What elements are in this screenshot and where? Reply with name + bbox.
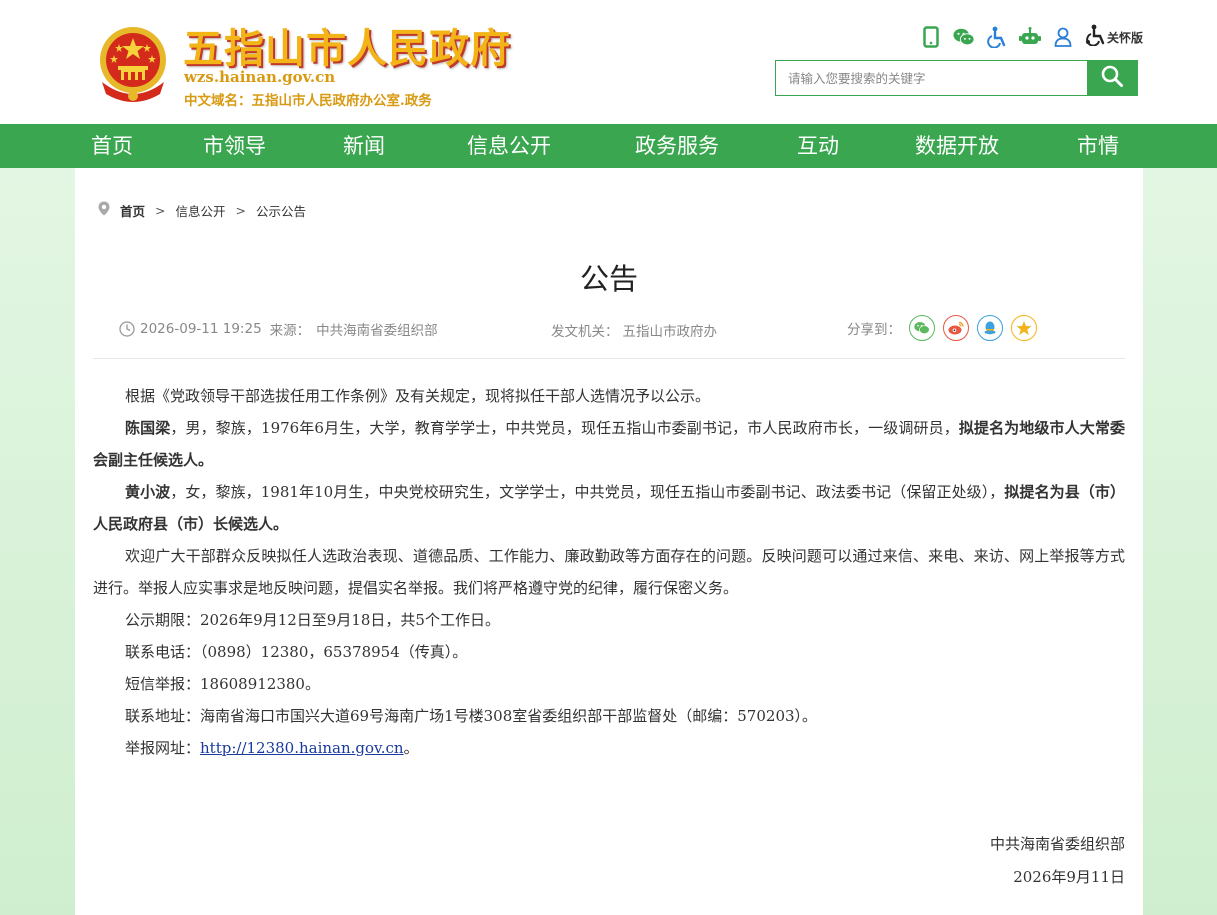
site-header: 五指山市人民政府 wzs.hainan.gov.cn 中文域名：五指山市人民政府…	[0, 0, 1217, 124]
intro-paragraph: 根据《党政领导干部选拔任用工作条例》及有关规定，现将拟任干部人选情况予以公示。	[125, 387, 711, 405]
candidate-paragraph: 陈国梁，男，黎族，1976年6月生，大学，教育学学士，中共党员，现任五指山市委副…	[93, 412, 1125, 476]
nav-item-news[interactable]: 新闻	[343, 124, 385, 168]
nav-item-open-data[interactable]: 数据开放	[915, 124, 999, 168]
national-emblem-icon[interactable]	[94, 22, 172, 104]
weibo-share-icon[interactable]	[943, 315, 969, 341]
signature-org: 中共海南省委组织部	[989, 835, 1125, 853]
article-meta: 2026-09-11 19:25 来源： 中共海南省委组织部 发文机关： 五指山…	[119, 315, 1119, 341]
nav-item-gov-services[interactable]: 政务服务	[635, 124, 719, 168]
nav-item-info-disclosure[interactable]: 信息公开	[467, 124, 551, 168]
site-cn-domain: 中文域名：五指山市人民政府办公室.政务	[184, 93, 432, 109]
search-bar	[775, 60, 1138, 96]
site-title[interactable]: 五指山市人民政府	[183, 16, 511, 74]
care-mode-icon	[1085, 24, 1105, 50]
share-bar: 分享到：	[847, 315, 1037, 341]
source-label: 来源：	[269, 323, 311, 339]
source-value: 中共海南省委组织部	[316, 323, 438, 339]
breadcrumb-separator: >	[235, 202, 246, 218]
article-title: 公告	[579, 262, 638, 296]
sms-paragraph: 短信举报：18608912380。	[125, 675, 320, 693]
care-mode-label: 关怀版	[1107, 30, 1144, 45]
site-domain: wzs.hainan.gov.cn	[184, 68, 336, 86]
phone-paragraph: 联系电话：（0898）12380，65378954（传真）。	[125, 643, 468, 661]
candidate-name: 陈国梁	[125, 419, 171, 437]
nav-item-leaders[interactable]: 市领导	[203, 124, 266, 168]
article-body: 根据《党政领导干部选拔任用工作条例》及有关规定，现将拟任干部人选情况予以公示。 …	[93, 380, 1125, 764]
breadcrumb-home[interactable]: 首页	[120, 201, 145, 220]
user-icon[interactable]	[1052, 26, 1074, 48]
report-paragraph: 举报网址：http://12380.hainan.gov.cn。	[93, 732, 1125, 764]
breadcrumb-separator: >	[155, 202, 166, 218]
candidate-name: 黄小波	[125, 483, 171, 501]
care-mode-toggle[interactable]: 关怀版	[1085, 24, 1143, 50]
nav-item-home[interactable]: 首页	[91, 124, 133, 168]
wechat-share-icon[interactable]	[909, 315, 935, 341]
wechat-icon[interactable]	[953, 26, 975, 48]
issuer-label: 发文机关：	[551, 324, 619, 340]
qzone-share-icon[interactable]	[1011, 315, 1037, 341]
feedback-paragraph: 欢迎广大干部群众反映拟任人选政治表现、道德品质、工作能力、廉政勤政等方面存在的问…	[93, 547, 1125, 597]
share-label: 分享到：	[847, 322, 901, 338]
meta-divider	[93, 358, 1125, 359]
candidate-info: ，男，黎族，1976年6月生，大学，教育学学士，中共党员，现任五指山市委副书记，…	[170, 419, 959, 437]
signature-block: 中共海南省委组织部 2026年9月11日	[990, 828, 1125, 894]
header-tools: 关怀版	[920, 24, 1143, 50]
address-paragraph: 联系地址：海南省海口市国兴大道69号海南广场1号楼308室省委组织部干部监督处（…	[125, 707, 818, 725]
accessibility-icon[interactable]	[986, 26, 1008, 48]
robot-icon[interactable]	[1019, 26, 1041, 48]
search-button[interactable]	[1087, 61, 1137, 95]
candidate-info: ，女，黎族，1981年10月生，中央党校研究生，文学学士，中共党员，现任五指山市…	[170, 483, 1005, 501]
article-container: 首页 > 信息公开 > 公示公告 公告 2026-09-11 19:25 来源：…	[75, 168, 1143, 915]
breadcrumb-announcements[interactable]: 公示公告	[256, 201, 306, 220]
publish-datetime: 2026-09-11 19:25	[140, 321, 262, 337]
qq-share-icon[interactable]	[977, 315, 1003, 341]
search-icon	[1100, 64, 1124, 92]
nav-item-interaction[interactable]: 互动	[797, 124, 839, 168]
breadcrumb: 首页 > 信息公开 > 公示公告	[98, 200, 306, 220]
period-paragraph: 公示期限：2026年9月12日至9月18日，共5个工作日。	[125, 611, 500, 629]
clock-icon	[119, 321, 135, 337]
search-input[interactable]	[776, 61, 1087, 95]
report-label: 举报网址：	[125, 739, 201, 757]
report-end: 。	[403, 739, 419, 757]
signature-date: 2026年9月11日	[1013, 868, 1125, 886]
breadcrumb-info-disclosure[interactable]: 信息公开	[176, 201, 226, 220]
report-url-link[interactable]: http://12380.hainan.gov.cn	[200, 739, 404, 757]
location-pin-icon	[98, 201, 110, 219]
candidate-paragraph: 黄小波，女，黎族，1981年10月生，中央党校研究生，文学学士，中共党员，现任五…	[93, 476, 1125, 540]
mobile-icon[interactable]	[920, 26, 942, 48]
issuer-value: 五指山市政府办	[622, 324, 718, 340]
nav-item-city-info[interactable]: 市情	[1077, 124, 1119, 168]
main-nav: 首页 市领导 新闻 信息公开 政务服务 互动 数据开放 市情	[0, 124, 1217, 168]
